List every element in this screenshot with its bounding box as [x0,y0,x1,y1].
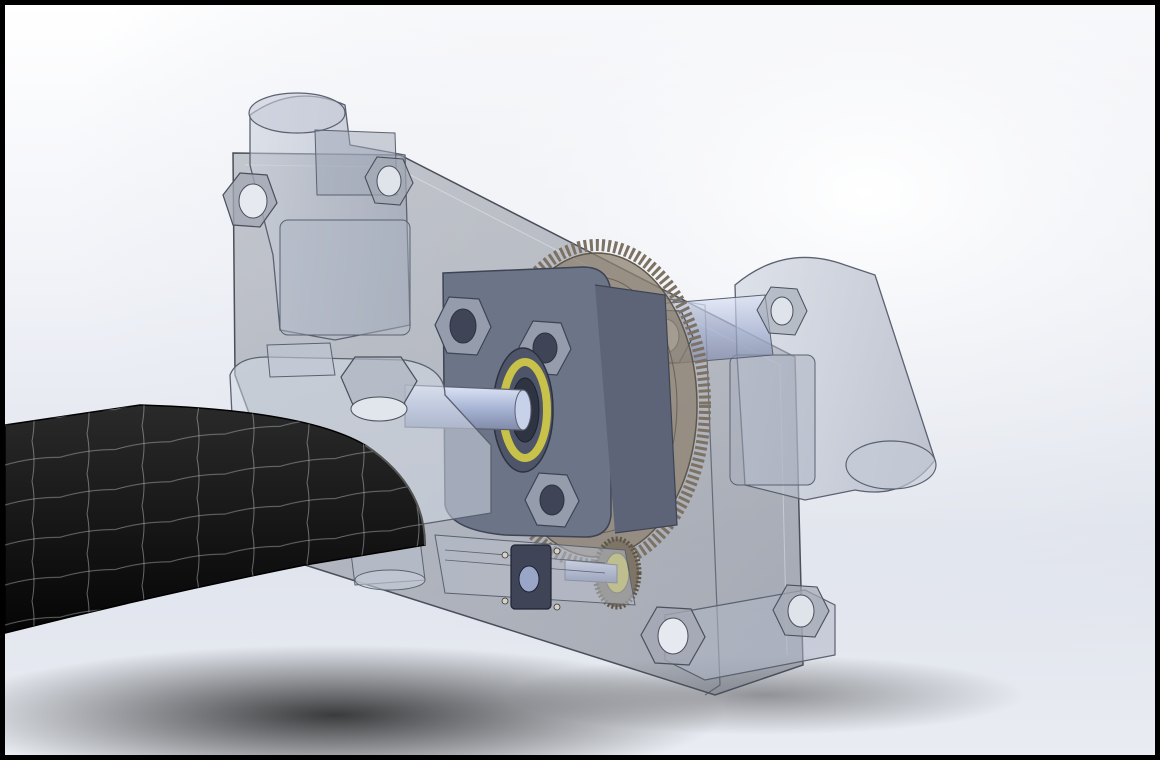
cad-viewport[interactable] [0,0,1160,760]
cad-model-scene[interactable] [5,5,1155,755]
clamp-hex-nut [340,356,418,422]
push-button[interactable] [501,544,561,611]
